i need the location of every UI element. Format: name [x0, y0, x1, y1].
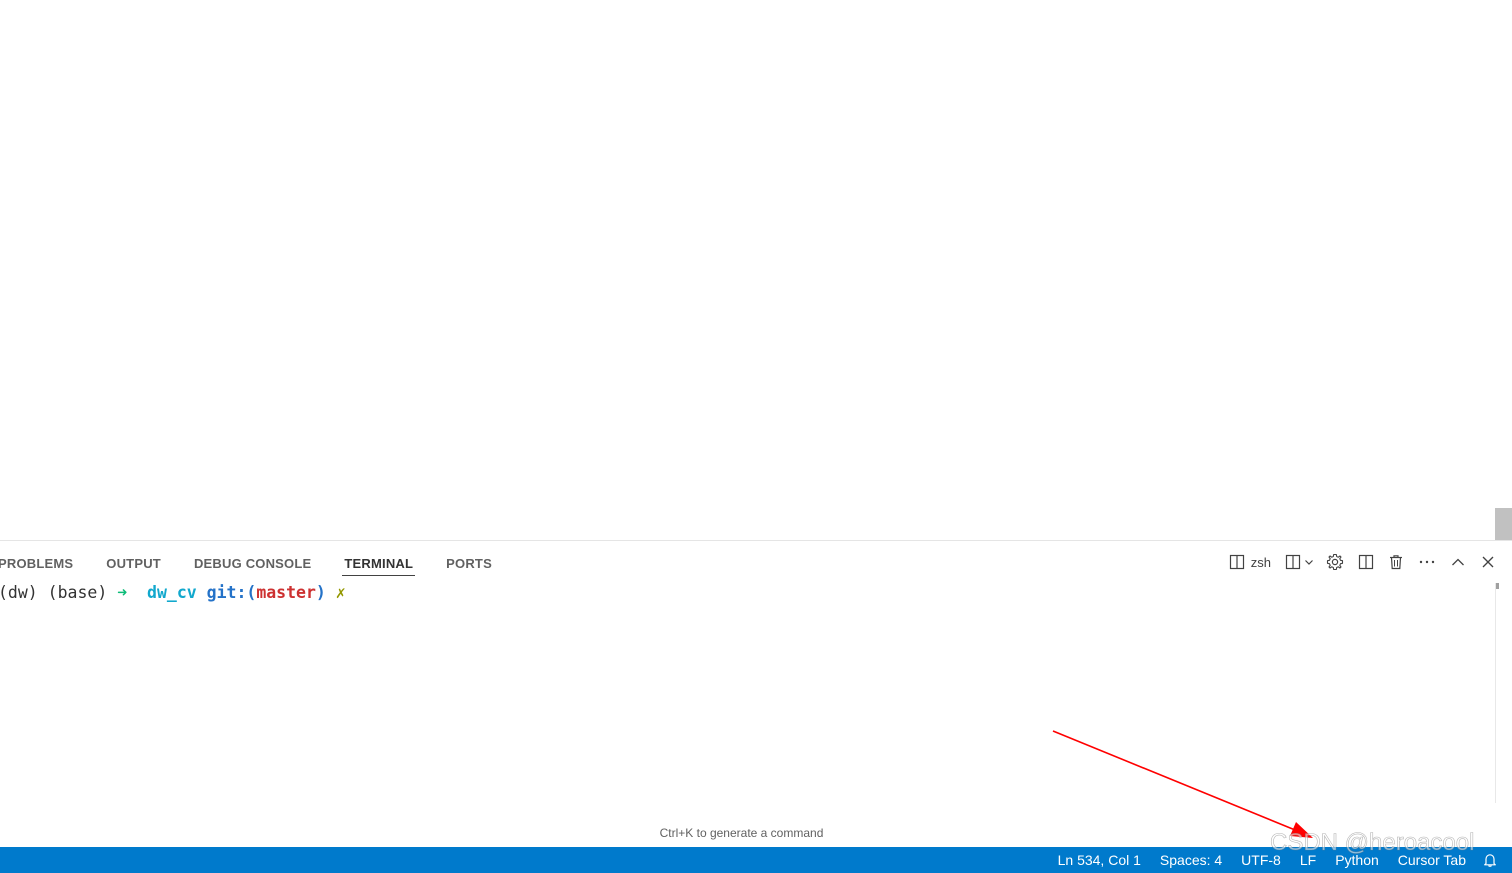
panel-tabs: PROBLEMS OUTPUT DEBUG CONSOLE TERMINAL P… — [0, 551, 523, 577]
tab-terminal[interactable]: TERMINAL — [342, 552, 415, 576]
gear-icon — [1326, 553, 1344, 571]
status-line-ending[interactable]: LF — [1300, 852, 1316, 868]
generate-command-hint: Ctrl+K to generate a command — [659, 826, 824, 840]
prompt-directory: dw_cv — [147, 583, 197, 602]
terminal-name: zsh — [1250, 554, 1271, 570]
tab-debug-console[interactable]: DEBUG CONSOLE — [192, 552, 313, 576]
split-button[interactable] — [1358, 551, 1374, 573]
terminal-selector-button[interactable]: zsh — [1229, 551, 1271, 573]
prompt-git-branch: master — [256, 583, 316, 602]
editor-scrollbar-thumb[interactable] — [1495, 508, 1512, 540]
status-encoding[interactable]: UTF-8 — [1241, 852, 1281, 868]
tab-ports[interactable]: PORTS — [444, 552, 494, 576]
status-language-mode[interactable]: Python — [1335, 852, 1379, 868]
panel-actions: zsh — [1219, 551, 1496, 573]
more-actions-icon — [1418, 554, 1436, 570]
launch-profile-icon — [1285, 554, 1301, 570]
terminal-scrollbar-thumb[interactable] — [1496, 583, 1499, 589]
prompt-dirty-mark: ✗ — [335, 583, 346, 602]
status-bar: Ln 534, Col 1 Spaces: 4 UTF-8 LF Python … — [0, 847, 1512, 873]
split-terminal-icon — [1229, 554, 1245, 570]
status-cursor-tab[interactable]: Cursor Tab — [1398, 852, 1466, 868]
trash-icon — [1388, 554, 1404, 570]
status-bar-right: Ln 534, Col 1 Spaces: 4 UTF-8 LF Python … — [1039, 847, 1498, 873]
bottom-panel: PROBLEMS OUTPUT DEBUG CONSOLE TERMINAL P… — [0, 540, 1512, 848]
status-indentation[interactable]: Spaces: 4 — [1160, 852, 1222, 868]
prompt-git-prefix: git:( — [206, 583, 257, 602]
bell-icon[interactable] — [1482, 852, 1498, 868]
layout-panel-icon — [1358, 554, 1374, 570]
prompt-arrow: ➜ — [117, 583, 128, 602]
close-panel-button[interactable] — [1480, 551, 1496, 573]
more-actions-button[interactable] — [1418, 551, 1436, 573]
terminal-prompt-line: (dw) (base) ➜ dw_cv git:(master) ✗ — [0, 581, 346, 605]
new-terminal-button[interactable] — [1285, 551, 1314, 573]
app-window: PROBLEMS OUTPUT DEBUG CONSOLE TERMINAL P… — [0, 0, 1512, 873]
maximize-panel-button[interactable] — [1450, 551, 1466, 573]
tab-problems[interactable]: PROBLEMS — [0, 552, 75, 576]
tab-output[interactable]: OUTPUT — [104, 552, 163, 576]
settings-button[interactable] — [1326, 551, 1344, 573]
terminal-scrollbar-track — [1495, 583, 1496, 803]
prompt-git-suffix: ) — [315, 583, 326, 602]
status-cursor-position[interactable]: Ln 534, Col 1 — [1058, 852, 1141, 868]
maximize-panel-icon — [1450, 554, 1466, 570]
editor-scrollbar[interactable] — [1495, 0, 1512, 540]
chevron-down-icon[interactable] — [1304, 557, 1314, 567]
editor-area[interactable] — [0, 0, 1512, 540]
close-icon — [1480, 554, 1496, 570]
terminal-view[interactable]: (dw) (base) ➜ dw_cv git:(master) ✗ — [0, 581, 1495, 807]
kill-terminal-button[interactable] — [1388, 551, 1404, 573]
terminal-env-prefix: (dw) (base) — [0, 583, 118, 602]
